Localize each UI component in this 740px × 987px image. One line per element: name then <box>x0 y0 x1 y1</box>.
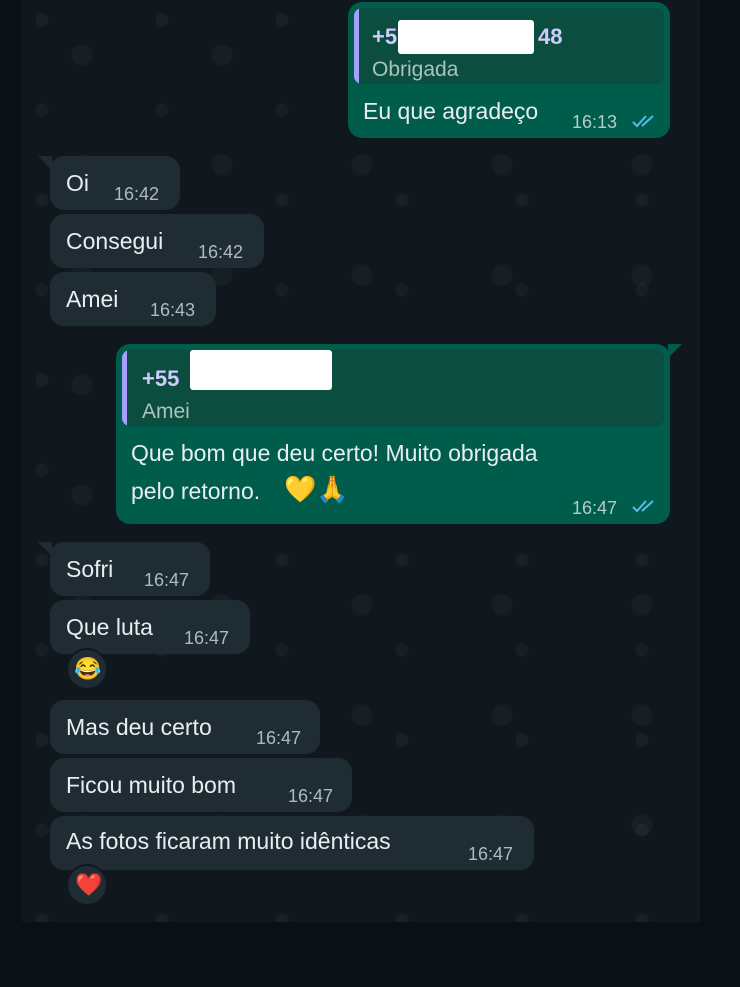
message-text-line-1: Que bom que deu certo! Muito obrigada <box>131 440 538 466</box>
message-text-line-2: pelo retorno. <box>131 478 261 504</box>
quote-text: Obrigada <box>372 58 459 81</box>
incoming-message[interactable]: Consegui 16:42 <box>50 214 264 268</box>
quote-bar <box>122 350 127 426</box>
message-text: Que luta <box>66 614 153 640</box>
incoming-message[interactable]: As fotos ficaram muito idênticas 16:47 <box>50 816 534 870</box>
quote-sender: +5 <box>372 24 398 49</box>
incoming-message[interactable]: Mas deu certo 16:47 <box>50 700 320 754</box>
incoming-message[interactable]: Sofri 16:47 <box>38 542 210 596</box>
message-text: Eu que agradeço <box>363 98 539 124</box>
quote-sender-suffix: 48 <box>538 24 563 49</box>
message-time: 16:47 <box>572 498 618 518</box>
bubble-tail <box>38 156 52 170</box>
message-time: 16:47 <box>184 628 230 648</box>
message-text: Oi <box>66 170 89 196</box>
message-time: 16:43 <box>150 300 196 320</box>
message-text: Amei <box>66 286 119 312</box>
heart-emoji-icon: ❤️ <box>75 872 103 897</box>
redacted-phone <box>398 20 534 54</box>
message-time: 16:47 <box>144 570 190 590</box>
message-text: Ficou muito bom <box>66 772 237 798</box>
incoming-message[interactable]: Amei 16:43 <box>50 272 216 326</box>
bubble-tail <box>668 344 682 358</box>
reaction-laughing[interactable]: 😂 <box>66 648 108 690</box>
double-check-icon <box>632 500 654 513</box>
screenshot-frame: +5 48 Obrigada Eu que agradeço 16:13 Oi … <box>0 0 740 987</box>
message-time: 16:42 <box>198 242 244 262</box>
redacted-phone <box>190 350 332 390</box>
emoji-heart-hands: 💛🙏 <box>284 474 349 504</box>
message-time: 16:47 <box>288 786 334 806</box>
quoted-message[interactable]: +55 Amei <box>122 350 664 426</box>
chat-area[interactable]: +5 48 Obrigada Eu que agradeço 16:13 Oi … <box>22 0 700 922</box>
message-text: Sofri <box>66 556 114 582</box>
quote-bar <box>354 8 359 84</box>
quote-sender: +55 <box>142 366 180 391</box>
incoming-message[interactable]: Oi 16:42 <box>38 156 180 210</box>
double-check-icon <box>632 115 654 128</box>
laughing-emoji-icon: 😂 <box>74 656 102 681</box>
message-time: 16:47 <box>256 728 302 748</box>
message-text: Mas deu certo <box>66 714 212 740</box>
message-text: Consegui <box>66 228 164 254</box>
incoming-message[interactable]: Ficou muito bom 16:47 <box>50 758 352 812</box>
message-time: 16:13 <box>572 112 618 132</box>
incoming-message[interactable]: Que luta 16:47 <box>50 600 250 654</box>
message-time: 16:47 <box>468 844 514 864</box>
reaction-heart[interactable]: ❤️ <box>66 864 108 906</box>
message-text: As fotos ficaram muito idênticas <box>66 828 391 854</box>
quoted-message[interactable]: +5 48 Obrigada <box>354 8 664 84</box>
bubble-tail <box>38 542 52 556</box>
quote-text: Amei <box>142 400 190 423</box>
message-time: 16:42 <box>114 184 160 204</box>
outgoing-message[interactable]: +5 48 Obrigada Eu que agradeço 16:13 <box>348 2 670 138</box>
outgoing-message[interactable]: +55 Amei Que bom que deu certo! Muito ob… <box>116 344 682 524</box>
